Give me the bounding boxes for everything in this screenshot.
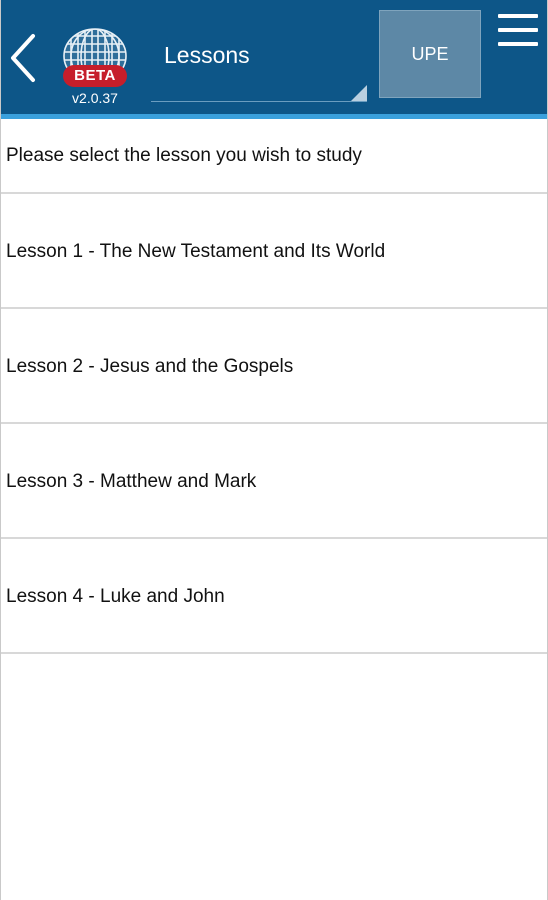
upe-button[interactable]: UPE bbox=[379, 10, 481, 98]
dropdown-underline bbox=[151, 101, 367, 102]
back-button[interactable] bbox=[5, 28, 45, 88]
lesson-item-1[interactable]: Lesson 1 - The New Testament and Its Wor… bbox=[1, 194, 547, 309]
lesson-select-prompt: Please select the lesson you wish to stu… bbox=[1, 119, 547, 194]
app-version: v2.0.37 bbox=[72, 90, 118, 106]
dropdown-corner-icon bbox=[351, 85, 367, 101]
lesson-item-4[interactable]: Lesson 4 - Luke and John bbox=[1, 539, 547, 654]
lessons-title-dropdown[interactable]: Lessons bbox=[151, 30, 367, 102]
page-title: Lessons bbox=[164, 42, 250, 68]
lesson-list: Lesson 1 - The New Testament and Its Wor… bbox=[1, 194, 547, 654]
menu-bar-bottom bbox=[498, 42, 538, 46]
app-logo: BETA v2.0.37 bbox=[57, 20, 133, 112]
menu-bar-top bbox=[498, 14, 538, 18]
chevron-left-icon bbox=[11, 34, 35, 82]
app-screen: BETA v2.0.37 Lessons UPE Please select t… bbox=[0, 0, 548, 900]
menu-bar-middle bbox=[498, 28, 538, 32]
beta-badge: BETA bbox=[63, 65, 127, 87]
app-header: BETA v2.0.37 Lessons UPE bbox=[1, 0, 547, 114]
lesson-item-2[interactable]: Lesson 2 - Jesus and the Gospels bbox=[1, 309, 547, 424]
menu-button[interactable] bbox=[493, 10, 543, 54]
lesson-item-3[interactable]: Lesson 3 - Matthew and Mark bbox=[1, 424, 547, 539]
